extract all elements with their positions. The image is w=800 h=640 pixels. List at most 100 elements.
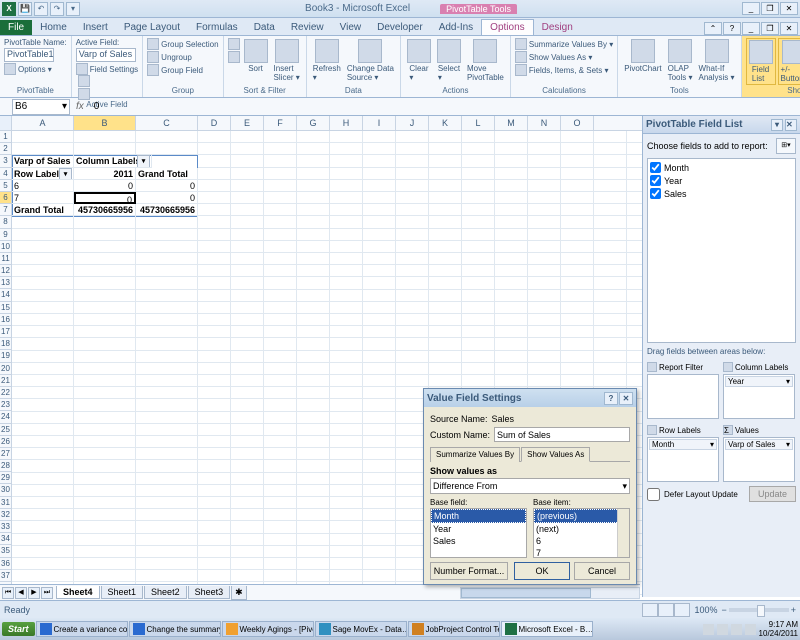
cell[interactable]	[330, 497, 363, 509]
cell[interactable]	[363, 216, 396, 228]
cell[interactable]	[74, 326, 136, 338]
cell[interactable]	[297, 412, 330, 424]
taskbar-item[interactable]: Change the summary…	[129, 621, 221, 637]
cell[interactable]	[396, 351, 429, 363]
dialog-titlebar[interactable]: Value Field Settings ?✕	[424, 389, 636, 407]
cell[interactable]	[594, 241, 627, 253]
cell[interactable]	[297, 155, 330, 167]
cell[interactable]	[74, 558, 136, 570]
cell[interactable]: 7	[12, 192, 74, 204]
cell[interactable]	[363, 302, 396, 314]
cell[interactable]	[528, 229, 561, 241]
cell[interactable]	[264, 436, 297, 448]
cell[interactable]	[528, 143, 561, 155]
fx-button[interactable]: fx	[70, 101, 90, 112]
cell[interactable]	[528, 131, 561, 143]
row-header[interactable]: 29	[0, 472, 12, 484]
wb-restore-button[interactable]: ❐	[761, 22, 779, 35]
cell[interactable]	[561, 302, 594, 314]
row-header[interactable]: 7	[0, 204, 12, 216]
row-header[interactable]: 23	[0, 399, 12, 411]
cell[interactable]	[136, 509, 198, 521]
col-header[interactable]: O	[561, 116, 594, 130]
cell[interactable]	[198, 253, 231, 265]
cell[interactable]	[136, 241, 198, 253]
cell[interactable]	[495, 241, 528, 253]
cell[interactable]	[561, 192, 594, 204]
cell[interactable]	[264, 448, 297, 460]
col-header[interactable]: F	[264, 116, 297, 130]
row-header[interactable]: 36	[0, 558, 12, 570]
cell[interactable]	[495, 302, 528, 314]
cell[interactable]	[12, 473, 74, 485]
cell[interactable]	[231, 460, 264, 472]
zoom-slider[interactable]	[729, 608, 789, 612]
cell[interactable]	[231, 363, 264, 375]
cell[interactable]	[264, 302, 297, 314]
cell[interactable]	[231, 570, 264, 582]
cell[interactable]	[297, 131, 330, 143]
cell[interactable]	[74, 473, 136, 485]
row-header[interactable]: 6	[0, 192, 12, 204]
row-header[interactable]: 31	[0, 497, 12, 509]
redo-icon[interactable]: ↷	[50, 2, 64, 16]
tray-icon[interactable]	[717, 624, 728, 635]
cell[interactable]	[12, 277, 74, 289]
row-header[interactable]: 13	[0, 277, 12, 289]
cell[interactable]	[198, 241, 231, 253]
pivottable-name-input[interactable]: PivotTable1	[4, 48, 54, 62]
cell[interactable]	[74, 399, 136, 411]
cell[interactable]	[264, 131, 297, 143]
cell[interactable]	[363, 424, 396, 436]
cell[interactable]	[12, 229, 74, 241]
cell-selected[interactable]: 0	[74, 192, 136, 204]
cell[interactable]	[462, 302, 495, 314]
ungroup-button[interactable]: Ungroup	[147, 51, 218, 63]
cell[interactable]	[429, 131, 462, 143]
cell[interactable]	[330, 241, 363, 253]
cell[interactable]	[136, 363, 198, 375]
cell[interactable]	[627, 229, 642, 241]
cell[interactable]	[198, 387, 231, 399]
cell[interactable]	[363, 460, 396, 472]
cell[interactable]	[136, 131, 198, 143]
cell[interactable]: Varp of Sales	[12, 155, 74, 167]
row-header[interactable]: 9	[0, 229, 12, 241]
cell[interactable]	[429, 204, 462, 216]
list-item-year[interactable]: Year	[431, 523, 526, 535]
pill-varp-sales[interactable]: Varp of Sales▾	[725, 439, 793, 450]
cell[interactable]	[594, 204, 627, 216]
cell[interactable]	[627, 204, 642, 216]
cell[interactable]	[330, 314, 363, 326]
sheet-nav-first-icon[interactable]: ⏮	[2, 587, 14, 599]
row-header[interactable]: 33	[0, 521, 12, 533]
cell[interactable]	[363, 131, 396, 143]
cell[interactable]	[12, 241, 74, 253]
cell[interactable]	[198, 131, 231, 143]
undo-icon[interactable]: ↶	[34, 2, 48, 16]
cell[interactable]	[462, 229, 495, 241]
cell[interactable]	[363, 204, 396, 216]
row-header[interactable]: 17	[0, 326, 12, 338]
cell[interactable]	[528, 375, 561, 387]
zoom-out-button[interactable]: −	[721, 605, 726, 615]
cell[interactable]	[561, 131, 594, 143]
cell[interactable]	[396, 168, 429, 180]
cell[interactable]	[396, 326, 429, 338]
formula-value[interactable]: 0	[90, 101, 100, 112]
cell[interactable]	[363, 534, 396, 546]
cell[interactable]	[330, 412, 363, 424]
cell[interactable]	[495, 253, 528, 265]
qa-customize-icon[interactable]: ▾	[66, 2, 80, 16]
cell[interactable]	[74, 216, 136, 228]
cell[interactable]	[74, 338, 136, 350]
cell[interactable]	[561, 375, 594, 387]
cell[interactable]	[561, 180, 594, 192]
cell[interactable]	[528, 253, 561, 265]
sheet-tab-new-icon[interactable]: ✱	[231, 586, 247, 600]
cell[interactable]	[528, 338, 561, 350]
cell[interactable]	[396, 180, 429, 192]
list-item-month[interactable]: Month	[431, 509, 526, 523]
cell[interactable]	[330, 375, 363, 387]
cell[interactable]	[198, 155, 231, 167]
